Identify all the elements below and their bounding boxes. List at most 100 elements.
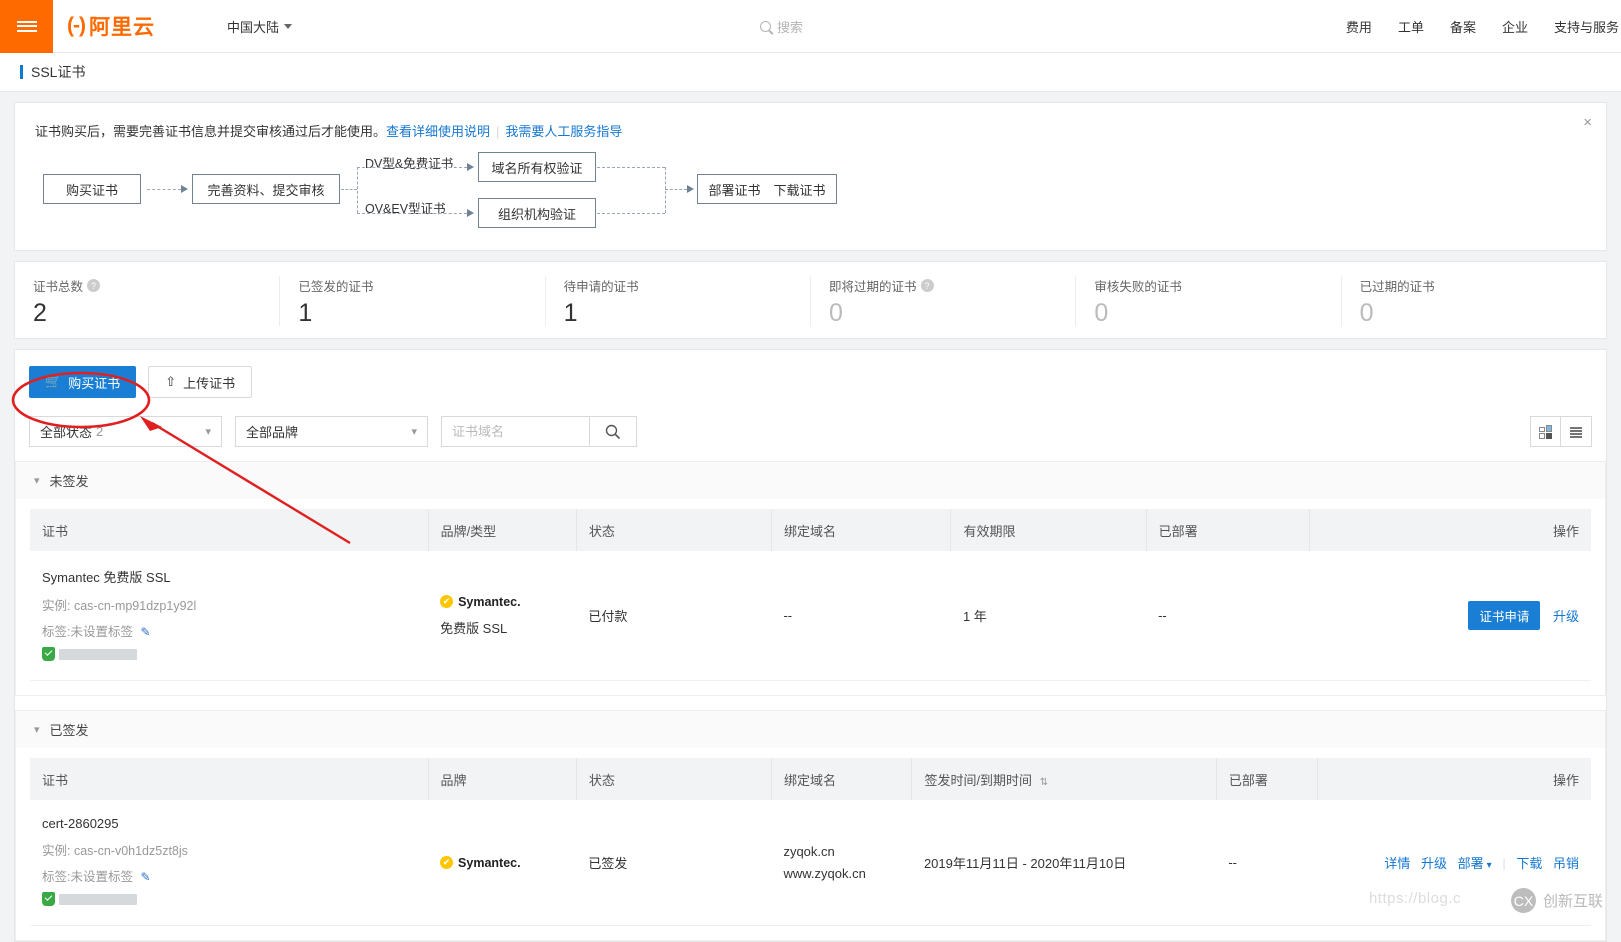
table-header-row: 证书 品牌/类型 状态 绑定域名 有效期限 已部署 操作	[30, 509, 1591, 551]
nav-item-icp[interactable]: 备案	[1450, 17, 1476, 36]
aliyun-logo[interactable]: (-) 阿里云	[67, 11, 155, 41]
domain-line-2: www.zyqok.cn	[783, 866, 866, 881]
buy-certificate-button[interactable]: 🛒 购买证书	[29, 366, 137, 398]
chevron-down-icon: ▾	[34, 475, 40, 487]
tag-label: 标签:	[42, 870, 71, 884]
detail-link[interactable]: 详情	[1384, 856, 1410, 871]
stat-value: 1	[298, 299, 313, 327]
notice-text: 证书购买后，需要完善证书信息并提交审核通过后才能使用。	[35, 124, 387, 139]
list-toolbar: 🛒 购买证书 ⇧ 上传证书 全部状态 2 ▾ 全部品牌 ▾	[15, 350, 1606, 447]
hamburger-icon[interactable]	[0, 0, 53, 53]
certificate-instance: 实例: cas-cn-mp91dzp1y92l	[42, 595, 416, 614]
stat-value: 0	[1359, 299, 1374, 327]
flow-arrow-1	[181, 184, 188, 193]
upgrade-link[interactable]: 升级	[1421, 856, 1447, 871]
action-buttons: 🛒 购买证书 ⇧ 上传证书	[29, 366, 1592, 398]
logo-mark-icon: (-)	[67, 14, 86, 37]
stat-issued-certs: 已签发的证书 1	[280, 276, 546, 327]
column-header-actions: 操作	[1309, 509, 1591, 551]
flow-connector-6	[597, 213, 665, 214]
certificate-tag: 标签:未设置标签 ✎	[42, 621, 416, 640]
column-header-deployed: 已部署	[1146, 509, 1311, 551]
brand-filter-select[interactable]: 全部品牌 ▾	[235, 416, 428, 447]
stat-expiring-certs: 即将过期的证书 ? 0	[811, 276, 1077, 326]
notice-link-support[interactable]: 我需要人工服务指导	[505, 124, 622, 139]
stat-label-text: 审核失败的证书	[1094, 280, 1182, 294]
flow-branch-label-ovev: OV&EV型证书	[365, 202, 446, 216]
chevron-down-icon	[284, 23, 292, 29]
status-filter-select[interactable]: 全部状态 2 ▾	[29, 416, 222, 447]
stat-label: 证书总数 ?	[33, 276, 261, 295]
brand-logo: ✔ Symantec.	[440, 856, 564, 870]
chevron-down-icon[interactable]: ▾	[1487, 860, 1492, 871]
table-row: cert-2860295 实例: cas-cn-v0h1dz5zt8js 标签:…	[30, 800, 1591, 926]
stats-panel: 证书总数 ? 2 已签发的证书 1 待申请的证书 1 即将过期的证书 ? 0 审…	[14, 261, 1607, 339]
search-input[interactable]	[441, 416, 589, 447]
table-head: 证书 品牌/类型 状态 绑定域名 有效期限 已部署 操作	[30, 509, 1591, 551]
flow-connector-3	[357, 167, 467, 168]
column-header-status: 状态	[576, 758, 772, 800]
revoke-link[interactable]: 吊销	[1553, 856, 1579, 871]
nav-item-support[interactable]: 支持与服务	[1554, 17, 1619, 36]
cell-actions: 证书申请 升级	[1309, 551, 1591, 681]
flow-connector-5	[597, 167, 665, 168]
redacted-text	[59, 648, 137, 660]
edit-pencil-icon[interactable]: ✎	[140, 870, 150, 884]
domain-search	[441, 416, 637, 447]
domain-line-1: zyqok.cn	[783, 844, 835, 859]
check-badge-icon: ✔	[440, 856, 454, 869]
notice-separator: |	[496, 124, 500, 139]
cell-deployed: --	[1146, 551, 1310, 681]
apply-certificate-button[interactable]: 证书申请	[1468, 601, 1541, 630]
upgrade-link[interactable]: 升级	[1553, 609, 1579, 624]
deploy-link[interactable]: 部署	[1458, 856, 1484, 871]
table-row: Symantec 免费版 SSL 实例: cas-cn-mp91dzp1y92l…	[30, 551, 1591, 681]
region-selector[interactable]: 中国大陆	[227, 17, 292, 36]
tag-value: 未设置标签	[70, 870, 133, 884]
column-header-deployed: 已部署	[1216, 758, 1319, 800]
grid-view-button[interactable]	[1530, 416, 1561, 447]
flow-step-submit: 完善资料、提交审核	[192, 174, 340, 204]
watermark-url: https://blog.c	[1368, 890, 1461, 907]
flow-arrow-4	[687, 184, 694, 193]
list-view-button[interactable]	[1561, 416, 1592, 447]
nav-item-fees[interactable]: 费用	[1346, 17, 1372, 36]
instance-label: 实例:	[42, 599, 71, 613]
check-badge-icon: ✔	[440, 595, 454, 608]
section-header-unissued[interactable]: ▾ 未签发	[15, 461, 1606, 499]
page-title-bar: SSL证书	[0, 53, 1621, 92]
action-separator: |	[1502, 856, 1506, 871]
view-toggle-group	[1530, 416, 1592, 447]
grid-view-icon	[1538, 424, 1552, 439]
search-button[interactable]	[589, 416, 637, 447]
nav-item-tickets[interactable]: 工单	[1398, 17, 1424, 36]
stat-value: 0	[1094, 299, 1109, 327]
help-icon[interactable]: ?	[87, 279, 101, 292]
stat-label: 已签发的证书	[298, 276, 526, 295]
flow-step-org-validation: 组织机构验证	[478, 198, 596, 228]
column-header-issue-expiry[interactable]: 签发时间/到期时间 ⇅	[911, 758, 1217, 800]
column-header-label: 签发时间/到期时间	[924, 772, 1033, 788]
search-placeholder: 搜索	[777, 20, 804, 35]
notice-text-row: 证书购买后，需要完善证书信息并提交审核通过后才能使用。查看详细使用说明 | 我需要人…	[35, 121, 1586, 140]
close-icon[interactable]: ×	[1583, 115, 1592, 130]
edit-pencil-icon[interactable]: ✎	[140, 625, 150, 639]
certificate-tag: 标签:未设置标签 ✎	[42, 866, 416, 885]
upload-certificate-button[interactable]: ⇧ 上传证书	[148, 366, 253, 398]
certificate-list-panel: 🛒 购买证书 ⇧ 上传证书 全部状态 2 ▾ 全部品牌 ▾ 证书域名 ▾ 未签发…	[14, 349, 1607, 942]
brand-name: Symantec.	[458, 594, 521, 609]
help-icon[interactable]: ?	[920, 279, 934, 292]
nav-item-enterprise[interactable]: 企业	[1502, 17, 1528, 36]
page-content: × 证书购买后，需要完善证书信息并提交审核通过后才能使用。查看详细使用说明 | 我需…	[0, 92, 1621, 942]
cart-icon: 🛒	[45, 374, 62, 389]
stat-value: 2	[33, 299, 47, 327]
global-search[interactable]: 搜索	[760, 17, 803, 36]
table-body: Symantec 免费版 SSL 实例: cas-cn-mp91dzp1y92l…	[30, 551, 1591, 681]
notice-link-instructions[interactable]: 查看详细使用说明	[386, 124, 490, 139]
download-link[interactable]: 下载	[1516, 856, 1542, 871]
sort-arrows-icon[interactable]: ⇅	[1040, 777, 1048, 788]
section-header-issued[interactable]: ▾ 已签发	[15, 710, 1606, 748]
cell-brand: ✔ Symantec.	[428, 800, 577, 926]
stat-failed-certs: 审核失败的证书 0	[1076, 276, 1342, 327]
upload-certificate-label: 上传证书	[183, 375, 236, 391]
